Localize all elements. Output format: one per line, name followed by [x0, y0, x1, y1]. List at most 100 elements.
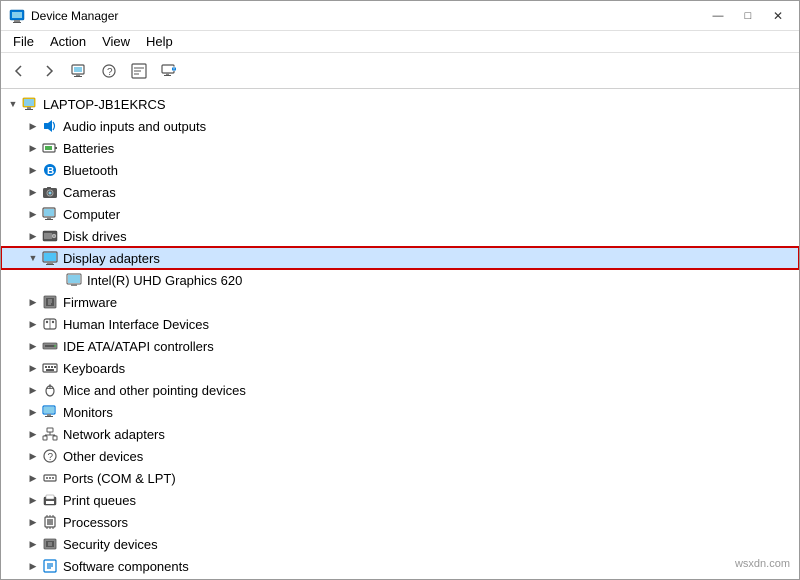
tree-item-ide[interactable]: IDE ATA/ATAPI controllers [1, 335, 799, 357]
tree-item-intel[interactable]: Intel(R) UHD Graphics 620 [1, 269, 799, 291]
close-button[interactable]: ✕ [765, 6, 791, 26]
back-button[interactable] [5, 58, 33, 84]
tree-item-bluetooth[interactable]: B Bluetooth [1, 159, 799, 181]
tree-item-audio[interactable]: Audio inputs and outputs [1, 115, 799, 137]
ports-label: Ports (COM & LPT) [63, 471, 176, 486]
mice-chevron [25, 382, 41, 398]
svg-text:!: ! [173, 67, 175, 73]
computer-button[interactable] [65, 58, 93, 84]
minimize-button[interactable]: — [705, 6, 731, 26]
menubar: File Action View Help [1, 31, 799, 53]
keyboards-icon [41, 359, 59, 377]
tree-item-keyboards[interactable]: Keyboards [1, 357, 799, 379]
cameras-chevron [25, 184, 41, 200]
watermark: wsxdn.com [735, 558, 790, 570]
intel-icon [65, 271, 83, 289]
security-chevron [25, 536, 41, 552]
device-tree[interactable]: LAPTOP-JB1EKRCS Audio inputs and outputs [1, 89, 799, 579]
tree-item-firmware[interactable]: Firmware [1, 291, 799, 313]
tree-item-computer[interactable]: Computer [1, 203, 799, 225]
device-manager-window: Device Manager — □ ✕ File Action View He… [0, 0, 800, 580]
hid-label: Human Interface Devices [63, 317, 209, 332]
bluetooth-chevron [25, 162, 41, 178]
disk-chevron [25, 228, 41, 244]
computer-root-icon [21, 95, 39, 113]
bluetooth-label: Bluetooth [63, 163, 118, 178]
menu-file[interactable]: File [5, 32, 42, 51]
monitor-button[interactable]: ! [155, 58, 183, 84]
tree-item-processors[interactable]: Processors [1, 511, 799, 533]
intel-label: Intel(R) UHD Graphics 620 [87, 273, 242, 288]
root-label: LAPTOP-JB1EKRCS [43, 97, 166, 112]
tree-item-ports[interactable]: Ports (COM & LPT) [1, 467, 799, 489]
window-controls: — □ ✕ [705, 6, 791, 26]
display-chevron [25, 250, 41, 266]
network-chevron [25, 426, 41, 442]
processors-chevron [25, 514, 41, 530]
tree-root[interactable]: LAPTOP-JB1EKRCS [1, 93, 799, 115]
monitors-label: Monitors [63, 405, 113, 420]
monitors-chevron [25, 404, 41, 420]
menu-view[interactable]: View [94, 32, 138, 51]
tree-item-security[interactable]: Security devices [1, 533, 799, 555]
tree-item-softdev[interactable]: Software devices [1, 577, 799, 579]
bluetooth-icon: B [41, 161, 59, 179]
disk-label: Disk drives [63, 229, 127, 244]
toolbar: ? ! [1, 53, 799, 89]
cameras-label: Cameras [63, 185, 116, 200]
tree-item-monitors[interactable]: Monitors [1, 401, 799, 423]
tree-item-batteries[interactable]: Batteries [1, 137, 799, 159]
forward-button[interactable] [35, 58, 63, 84]
tree-item-printq[interactable]: Print queues [1, 489, 799, 511]
security-icon [41, 535, 59, 553]
properties-button[interactable] [125, 58, 153, 84]
batteries-label: Batteries [63, 141, 114, 156]
keyboards-chevron [25, 360, 41, 376]
network-icon [41, 425, 59, 443]
maximize-button[interactable]: □ [735, 6, 761, 26]
monitors-icon [41, 403, 59, 421]
cameras-icon [41, 183, 59, 201]
computer-icon2 [41, 205, 59, 223]
audio-chevron [25, 118, 41, 134]
window-title: Device Manager [31, 9, 118, 23]
printq-chevron [25, 492, 41, 508]
printq-icon [41, 491, 59, 509]
tree-item-softcomp[interactable]: Software components [1, 555, 799, 577]
menu-help[interactable]: Help [138, 32, 181, 51]
forward-icon [41, 63, 57, 79]
firmware-label: Firmware [63, 295, 117, 310]
other-chevron [25, 448, 41, 464]
processors-icon [41, 513, 59, 531]
computer-chevron [25, 206, 41, 222]
ide-icon [41, 337, 59, 355]
processors-label: Processors [63, 515, 128, 530]
disk-icon [41, 227, 59, 245]
network-label: Network adapters [63, 427, 165, 442]
svg-text:?: ? [107, 67, 113, 78]
tree-item-disk[interactable]: Disk drives [1, 225, 799, 247]
mice-icon [41, 381, 59, 399]
tree-item-mice[interactable]: Mice and other pointing devices [1, 379, 799, 401]
firmware-icon [41, 293, 59, 311]
display-label: Display adapters [63, 251, 160, 266]
svg-text:B: B [47, 166, 54, 177]
ide-chevron [25, 338, 41, 354]
tree-item-display[interactable]: Display adapters [1, 247, 799, 269]
other-icon: ? [41, 447, 59, 465]
softcomp-label: Software components [63, 559, 189, 574]
audio-icon [41, 117, 59, 135]
printq-label: Print queues [63, 493, 136, 508]
titlebar-icon [9, 8, 25, 24]
tree-item-network[interactable]: Network adapters [1, 423, 799, 445]
ide-label: IDE ATA/ATAPI controllers [63, 339, 214, 354]
help-button[interactable]: ? [95, 58, 123, 84]
ports-icon [41, 469, 59, 487]
menu-action[interactable]: Action [42, 32, 94, 51]
intel-chevron [49, 272, 65, 288]
tree-item-other[interactable]: ? Other devices [1, 445, 799, 467]
svg-text:?: ? [48, 452, 54, 463]
back-icon [11, 63, 27, 79]
tree-item-hid[interactable]: Human Interface Devices [1, 313, 799, 335]
tree-item-cameras[interactable]: Cameras [1, 181, 799, 203]
